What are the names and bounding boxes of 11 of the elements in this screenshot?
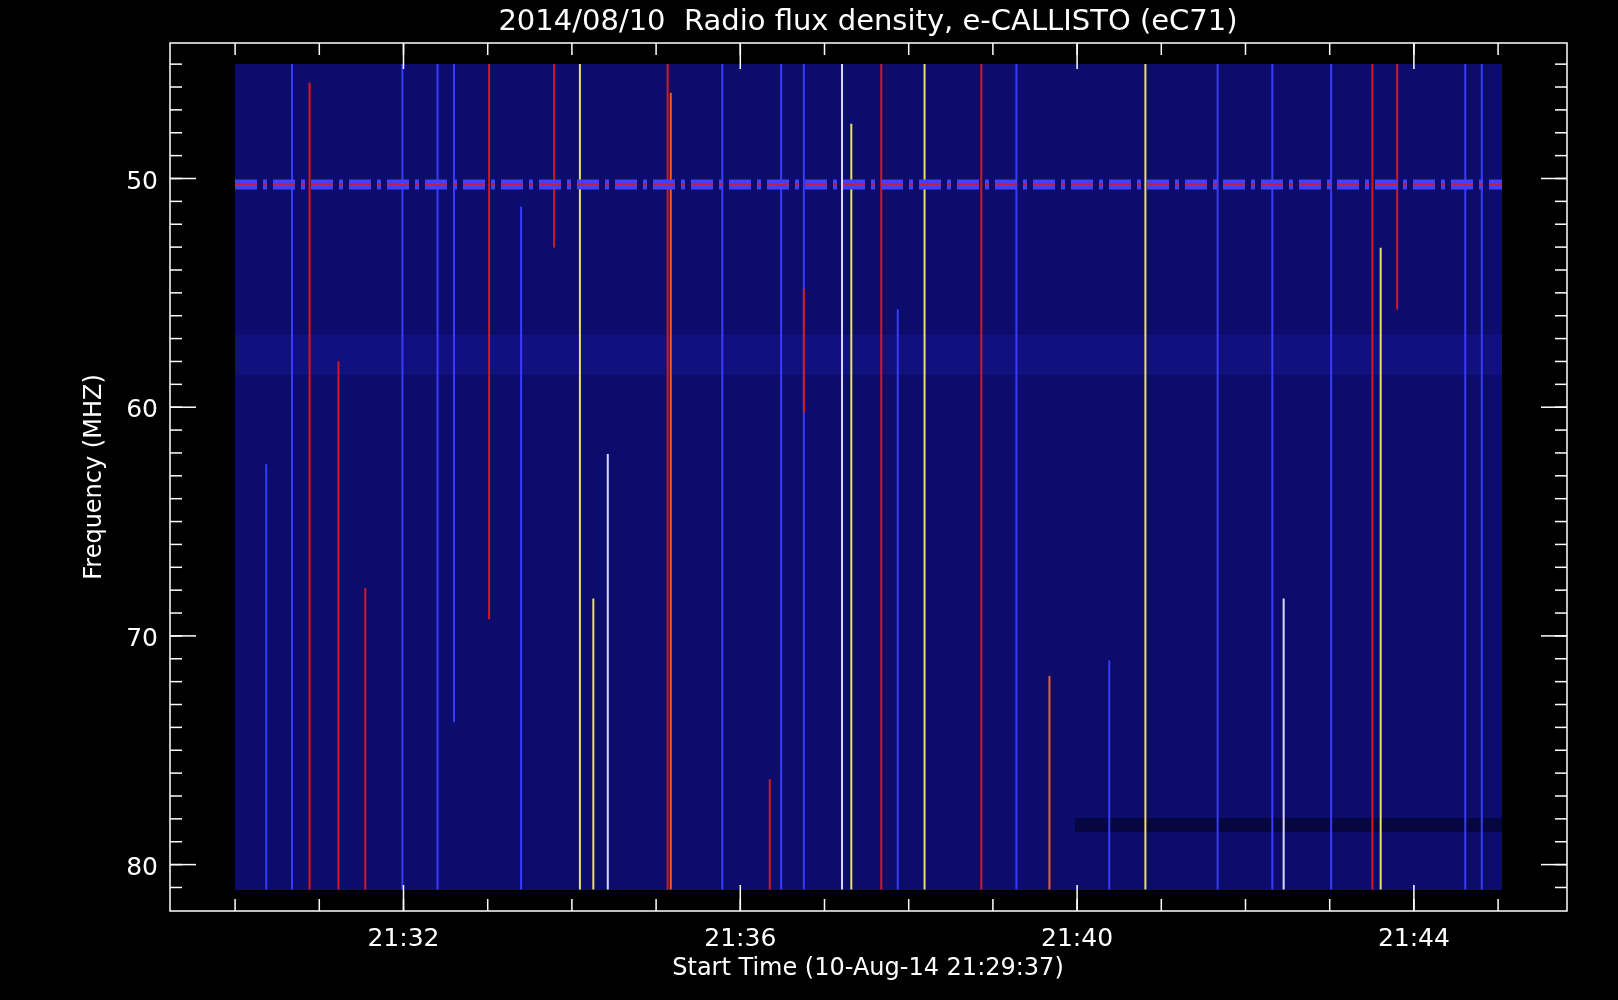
- tick-label: 21:40: [1041, 923, 1114, 952]
- tick-label: 50: [126, 165, 158, 195]
- tick-label: 21:44: [1377, 923, 1450, 952]
- chart-title: 2014/08/10 Radio flux density, e-CALLISTO (eC71): [498, 3, 1238, 37]
- tick-label: 80: [126, 851, 158, 881]
- axis-label: Frequency (MHZ): [79, 374, 107, 580]
- tick-label: 21:32: [367, 923, 440, 952]
- axis-label: Start Time (10-Aug-14 21:29:37): [672, 953, 1064, 981]
- tick-label: 60: [126, 394, 158, 424]
- tick-label: 21:36: [704, 923, 777, 952]
- tick-label: 70: [126, 622, 158, 652]
